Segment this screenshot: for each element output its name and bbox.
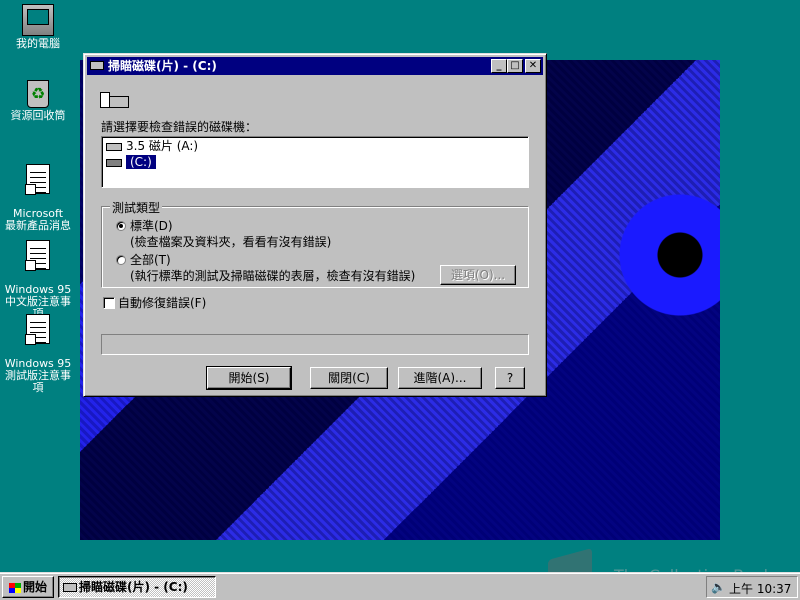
standard-radio[interactable] — [116, 221, 126, 231]
system-tray: 🔈 上午 10:37 — [706, 576, 798, 598]
drive-item-label: 3.5 磁片 (A:) — [126, 139, 199, 153]
full-radio[interactable] — [116, 255, 126, 265]
help-button[interactable]: ? — [495, 367, 525, 389]
desktop-icon-label: 我的電腦 — [16, 37, 60, 50]
standard-description: (檢查檔案及資料夾，看看有沒有錯誤) — [130, 235, 332, 249]
auto-fix-label[interactable]: 自動修復錯誤(F) — [118, 296, 206, 310]
close-icon[interactable]: ✕ — [525, 59, 541, 73]
full-label[interactable]: 全部(T) — [130, 253, 171, 267]
scandisk-window: 掃瞄磁碟(片) - (C:) _ □ ✕ 請選擇要檢查錯誤的磁碟機： 3.5 磁… — [83, 53, 547, 397]
recycle-bin-icon: ♻ — [27, 80, 49, 108]
taskbar: 開始 掃瞄磁碟(片) - (C:) 🔈 上午 10:37 — [0, 572, 800, 600]
progress-bar — [101, 334, 529, 355]
drive-item-c[interactable]: (C:) — [106, 155, 156, 169]
start-label: 開始 — [22, 580, 47, 594]
desktop-icon-win95-beta-notes[interactable]: Windows 95 測試版注意事項 — [0, 302, 76, 406]
computer-icon — [22, 4, 54, 36]
close-button[interactable]: 關閉(C) — [310, 367, 388, 389]
window-title: 掃瞄磁碟(片) - (C:) — [108, 59, 217, 73]
clock[interactable]: 上午 10:37 — [729, 580, 791, 597]
advanced-button[interactable]: 進階(A)... — [398, 367, 482, 389]
drive-item-a[interactable]: 3.5 磁片 (A:) — [106, 139, 198, 153]
desktop-icon-label: Windows 95 測試版注意事項 — [4, 357, 72, 394]
scandisk-icon — [100, 86, 130, 110]
start-menu-button[interactable]: 開始 — [2, 576, 54, 598]
minimize-button[interactable]: _ — [491, 59, 507, 73]
options-button[interactable]: 選項(O)... — [440, 265, 516, 285]
drive-icon — [63, 583, 77, 592]
full-description: (執行標準的測試及掃瞄磁碟的表層，檢查有沒有錯誤) — [130, 269, 416, 283]
desktop-icon-label: 資源回收筒 — [10, 109, 66, 122]
speaker-icon[interactable]: 🔈 — [711, 580, 726, 594]
document-shortcut-icon — [25, 314, 50, 345]
start-button[interactable]: 開始(S) — [206, 366, 292, 390]
hard-drive-icon — [106, 158, 122, 167]
document-shortcut-icon — [25, 240, 50, 271]
taskbar-item-label: 掃瞄磁碟(片) - (C:) — [79, 580, 188, 594]
document-shortcut-icon — [25, 164, 50, 195]
windows-logo-icon — [8, 582, 21, 593]
drive-item-label: (C:) — [126, 155, 156, 169]
floppy-drive-icon — [106, 142, 122, 151]
taskbar-item-scandisk[interactable]: 掃瞄磁碟(片) - (C:) — [58, 576, 216, 598]
drive-list[interactable]: 3.5 磁片 (A:) (C:) — [101, 136, 529, 188]
group-legend: 測試類型 — [110, 199, 163, 216]
test-type-group: 測試類型 標準(D) (檢查檔案及資料夾，看看有沒有錯誤) 全部(T) (執行標… — [101, 199, 529, 288]
drive-icon — [90, 61, 104, 70]
desktop-icon-recycle-bin[interactable]: ♻ 資源回收筒 — [0, 80, 76, 122]
title-bar[interactable]: 掃瞄磁碟(片) - (C:) _ □ ✕ — [87, 57, 543, 75]
maximize-button[interactable]: □ — [507, 59, 523, 73]
standard-label[interactable]: 標準(D) — [130, 219, 173, 233]
desktop-icon-my-computer[interactable]: 我的電腦 — [0, 4, 76, 50]
auto-fix-checkbox[interactable] — [103, 297, 115, 309]
drive-prompt: 請選擇要檢查錯誤的磁碟機： — [101, 120, 258, 134]
